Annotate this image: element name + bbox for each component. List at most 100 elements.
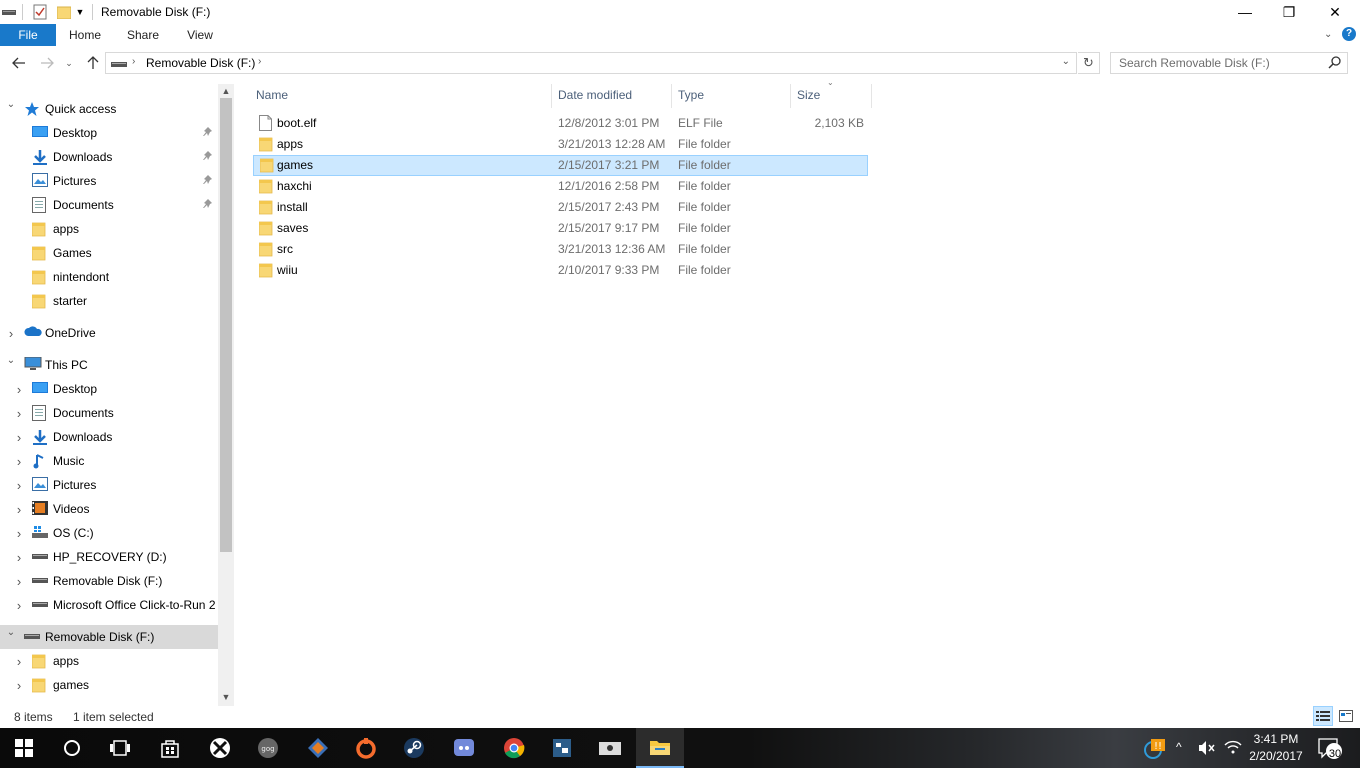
pin-icon[interactable] <box>203 151 213 164</box>
nav-pc-item-pictures[interactable]: › Pictures <box>0 473 218 497</box>
expand-chevron-icon[interactable]: › <box>14 478 24 493</box>
scroll-up-icon[interactable]: ▲ <box>218 84 234 98</box>
nav-item-starter[interactable]: starter <box>0 289 218 313</box>
file-row[interactable]: install 2/15/2017 2:43 PM File folder <box>253 197 868 218</box>
file-row[interactable]: src 3/21/2013 12:36 AM File folder <box>253 239 868 260</box>
nav-removable-item-games[interactable]: › games <box>0 673 218 697</box>
close-button[interactable]: ✕ <box>1312 0 1358 24</box>
gog-galaxy-icon[interactable]: gog <box>244 728 292 768</box>
expand-chevron-icon[interactable]: › <box>14 678 24 693</box>
pin-icon[interactable] <box>203 199 213 212</box>
maximize-button[interactable]: ❐ <box>1266 0 1312 24</box>
nav-pc-item-downloads[interactable]: › Downloads <box>0 425 218 449</box>
breadcrumb-chevron-icon[interactable]: › <box>132 56 135 67</box>
notification-icon[interactable]: !! <box>1141 739 1171 764</box>
column-header-size[interactable]: Size <box>791 84 872 108</box>
nav-pc-item-videos[interactable]: › Videos <box>0 497 218 521</box>
up-button[interactable] <box>83 54 103 72</box>
forward-button[interactable] <box>37 54 57 72</box>
tab-share[interactable]: Share <box>120 24 166 46</box>
nav-item-nintendont[interactable]: nintendont <box>0 265 218 289</box>
expand-chevron-icon[interactable]: › <box>14 550 24 565</box>
collapse-chevron-icon[interactable]: ⌄ <box>6 355 16 366</box>
nav-pc-item-desktop[interactable]: › Desktop <box>0 377 218 401</box>
nav-quick-access[interactable]: ⌄ Quick access <box>0 97 218 121</box>
expand-chevron-icon[interactable]: › <box>14 454 24 469</box>
expand-chevron-icon[interactable]: › <box>14 574 24 589</box>
start-icon[interactable] <box>0 728 48 768</box>
nav-scrollbar-thumb[interactable] <box>220 98 232 552</box>
steam-icon[interactable] <box>390 728 438 768</box>
recent-locations-button[interactable]: ⌄ <box>62 54 76 72</box>
address-bar[interactable]: › Removable Disk (F:) › ⌄ <box>105 52 1077 74</box>
file-row[interactable]: apps 3/21/2013 12:28 AM File folder <box>253 134 868 155</box>
help-icon[interactable]: ? <box>1342 27 1356 41</box>
nav-removable-disk[interactable]: ⌄ Removable Disk (F:) <box>0 625 218 649</box>
file-row[interactable]: games 2/15/2017 3:21 PM File folder <box>253 155 868 176</box>
search-input[interactable] <box>1119 53 1319 73</box>
expand-chevron-icon[interactable]: › <box>6 326 16 341</box>
breadcrumb-removable-disk[interactable]: Removable Disk (F:) <box>146 56 255 70</box>
column-header-type[interactable]: Type <box>672 84 791 108</box>
nav-item-games[interactable]: Games <box>0 241 218 265</box>
file-explorer-icon[interactable] <box>636 728 684 768</box>
expand-chevron-icon[interactable]: › <box>14 502 24 517</box>
nav-pc-item-music[interactable]: › Music <box>0 449 218 473</box>
nav-removable-item-apps[interactable]: › apps <box>0 649 218 673</box>
volume-muted-icon[interactable] <box>1198 740 1216 759</box>
expand-ribbon-icon[interactable]: ⌄ <box>1324 29 1332 40</box>
minimize-button[interactable]: — <box>1222 0 1268 24</box>
search-box[interactable] <box>1110 52 1348 74</box>
back-button[interactable] <box>9 54 29 72</box>
nav-pc-item-microsoft-office-click-to-run-2[interactable]: › Microsoft Office Click-to-Run 2 <box>0 593 218 617</box>
chrome-icon[interactable] <box>490 728 538 768</box>
clock-time[interactable]: 3:41 PM <box>1248 732 1304 746</box>
tab-home[interactable]: Home <box>62 24 108 46</box>
pin-icon[interactable] <box>203 175 213 188</box>
scroll-down-icon[interactable]: ▼ <box>218 690 234 704</box>
nav-item-desktop[interactable]: Desktop <box>0 121 218 145</box>
column-header-name[interactable]: Name <box>250 84 552 108</box>
expand-chevron-icon[interactable]: › <box>14 526 24 541</box>
nav-pc-item-removable-disk-f[interactable]: › Removable Disk (F:) <box>0 569 218 593</box>
show-hidden-icons-icon[interactable]: ^ <box>1176 740 1182 754</box>
xbox-icon[interactable] <box>196 728 244 768</box>
wifi-icon[interactable] <box>1224 739 1242 758</box>
collapse-chevron-icon[interactable]: ⌄ <box>6 627 16 638</box>
refresh-button[interactable]: ↻ <box>1078 52 1100 74</box>
nav-item-downloads[interactable]: Downloads <box>0 145 218 169</box>
file-row[interactable]: boot.elf 12/8/2012 3:01 PM ELF File 2,103 K… <box>253 113 868 134</box>
expand-chevron-icon[interactable]: › <box>14 406 24 421</box>
nav-item-documents[interactable]: Documents <box>0 193 218 217</box>
nav-item-pictures[interactable]: Pictures <box>0 169 218 193</box>
nav-onedrive[interactable]: › OneDrive <box>0 321 218 345</box>
column-header-date-modified[interactable]: Date modified <box>552 84 672 108</box>
customize-quick-access-icon[interactable]: ▼ <box>74 4 86 20</box>
expand-chevron-icon[interactable]: › <box>14 598 24 613</box>
tab-view[interactable]: View <box>178 24 222 46</box>
discord-icon[interactable] <box>440 728 488 768</box>
clock-date[interactable]: 2/20/2017 <box>1246 749 1306 763</box>
file-row[interactable]: saves 2/15/2017 9:17 PM File folder <box>253 218 868 239</box>
details-view-button[interactable] <box>1313 706 1333 726</box>
pin-icon[interactable] <box>203 127 213 140</box>
tab-file[interactable]: File <box>0 24 56 46</box>
origin-icon[interactable] <box>342 728 390 768</box>
expand-chevron-icon[interactable]: › <box>14 654 24 669</box>
properties-icon[interactable] <box>32 4 48 20</box>
cortana-icon[interactable] <box>48 728 96 768</box>
store-icon[interactable] <box>146 728 194 768</box>
large-icons-view-button[interactable] <box>1336 706 1356 726</box>
app-icon[interactable] <box>294 728 342 768</box>
nav-item-apps[interactable]: apps <box>0 217 218 241</box>
nav-pc-item-os-c[interactable]: › OS (C:) <box>0 521 218 545</box>
new-folder-icon[interactable] <box>56 4 72 20</box>
nav-pc-item-hp-recovery-d[interactable]: › HP_RECOVERY (D:) <box>0 545 218 569</box>
breadcrumb-chevron-icon[interactable]: › <box>258 56 261 67</box>
collapse-chevron-icon[interactable]: ⌄ <box>6 99 16 110</box>
nav-this-pc[interactable]: ⌄ This PC <box>0 353 218 377</box>
file-row[interactable]: wiiu 2/10/2017 9:33 PM File folder <box>253 260 868 281</box>
file-row[interactable]: haxchi 12/1/2016 2:58 PM File folder <box>253 176 868 197</box>
task-view-icon[interactable] <box>96 728 144 768</box>
expand-chevron-icon[interactable]: › <box>14 430 24 445</box>
